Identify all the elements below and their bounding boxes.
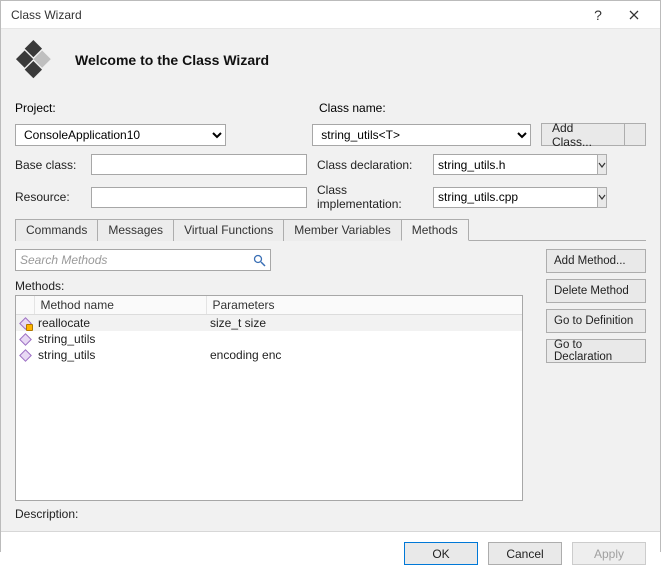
method-icon [20, 351, 30, 360]
close-icon [629, 10, 639, 20]
cancel-button[interactable]: Cancel [488, 542, 562, 565]
tabpage-methods: Methods: Method name Parameters realloca… [15, 241, 646, 521]
header: Welcome to the Class Wizard [1, 29, 660, 95]
methods-actions: Add Method... Delete Method Go to Defini… [546, 249, 646, 521]
resource-input [91, 187, 307, 208]
base-class-input [91, 154, 307, 175]
tab-messages[interactable]: Messages [97, 219, 174, 241]
chevron-down-icon [598, 193, 606, 201]
class-implementation-combo[interactable] [433, 187, 577, 208]
label-base-class: Base class: [15, 158, 81, 172]
method-name-cell: reallocate [34, 315, 206, 332]
row-project-class: ConsoleApplication10 string_utils<T> Add… [15, 123, 646, 146]
col-method-name[interactable]: Method name [34, 296, 206, 315]
class-declaration-dropdown[interactable] [597, 154, 607, 175]
method-params-cell: size_t size [206, 315, 522, 332]
method-name-cell: string_utils [34, 347, 206, 363]
dialog-body: Project: Class name: ConsoleApplication1… [1, 95, 660, 531]
chevron-down-icon [598, 161, 606, 169]
method-name-cell: string_utils [34, 331, 206, 347]
label-resource: Resource: [15, 190, 81, 204]
class-name-select[interactable]: string_utils<T> [312, 124, 531, 146]
go-to-definition-button[interactable]: Go to Definition [546, 309, 646, 333]
label-class-implementation: Class implementation: [317, 183, 423, 211]
label-methods: Methods: [15, 279, 536, 293]
class-declaration-combo[interactable] [433, 154, 577, 175]
row-base-decl: Base class: Class declaration: [15, 154, 646, 175]
window-title: Class Wizard [11, 8, 580, 22]
page-title: Welcome to the Class Wizard [75, 52, 269, 68]
grid-header-row: Method name Parameters [16, 296, 522, 315]
table-row[interactable]: string_utils [16, 331, 522, 347]
method-icon-cell [16, 347, 34, 363]
apply-button: Apply [572, 542, 646, 565]
method-params-cell [206, 331, 522, 347]
methods-grid[interactable]: Method name Parameters reallocatesize_t … [15, 295, 523, 501]
search-methods[interactable] [15, 249, 271, 271]
label-class-declaration: Class declaration: [317, 158, 423, 172]
label-project: Project: [15, 101, 309, 115]
row-project-class-labels: Project: Class name: [15, 101, 646, 115]
class-implementation-input[interactable] [433, 187, 597, 208]
class-implementation-dropdown[interactable] [597, 187, 607, 208]
help-button[interactable]: ? [580, 1, 616, 29]
table-row[interactable]: string_utilsencoding enc [16, 347, 522, 363]
titlebar: Class Wizard ? [1, 1, 660, 29]
label-description: Description: [15, 507, 536, 521]
method-locked-icon [20, 319, 30, 328]
close-button[interactable] [616, 1, 652, 29]
add-class-dropdown[interactable] [624, 123, 646, 146]
row-resource-impl: Resource: Class implementation: [15, 183, 646, 211]
tab-methods[interactable]: Methods [401, 219, 469, 241]
col-parameters[interactable]: Parameters [206, 296, 522, 315]
label-class-name: Class name: [319, 101, 646, 115]
tab-virtual-functions[interactable]: Virtual Functions [173, 219, 284, 241]
add-class-split-button[interactable]: Add Class... [541, 123, 646, 146]
go-to-declaration-button[interactable]: Go to Declaration [546, 339, 646, 363]
search-icon-button[interactable] [248, 254, 270, 267]
dialog-footer: OK Cancel Apply [1, 531, 660, 575]
class-declaration-input[interactable] [433, 154, 597, 175]
method-icon-cell [16, 331, 34, 347]
method-icon [20, 335, 30, 344]
delete-method-button[interactable]: Delete Method [546, 279, 646, 303]
wizard-icon [15, 39, 57, 81]
method-icon-cell [16, 315, 34, 332]
add-method-button[interactable]: Add Method... [546, 249, 646, 273]
tabbar: Commands Messages Virtual Functions Memb… [15, 219, 646, 241]
search-input[interactable] [16, 250, 248, 271]
tab-member-variables[interactable]: Member Variables [283, 219, 401, 241]
table-row[interactable]: reallocatesize_t size [16, 315, 522, 332]
method-params-cell: encoding enc [206, 347, 522, 363]
add-class-button[interactable]: Add Class... [541, 123, 624, 146]
ok-button[interactable]: OK [404, 542, 478, 565]
search-icon [253, 254, 266, 267]
project-select[interactable]: ConsoleApplication10 [15, 124, 226, 146]
tab-commands[interactable]: Commands [15, 219, 98, 241]
